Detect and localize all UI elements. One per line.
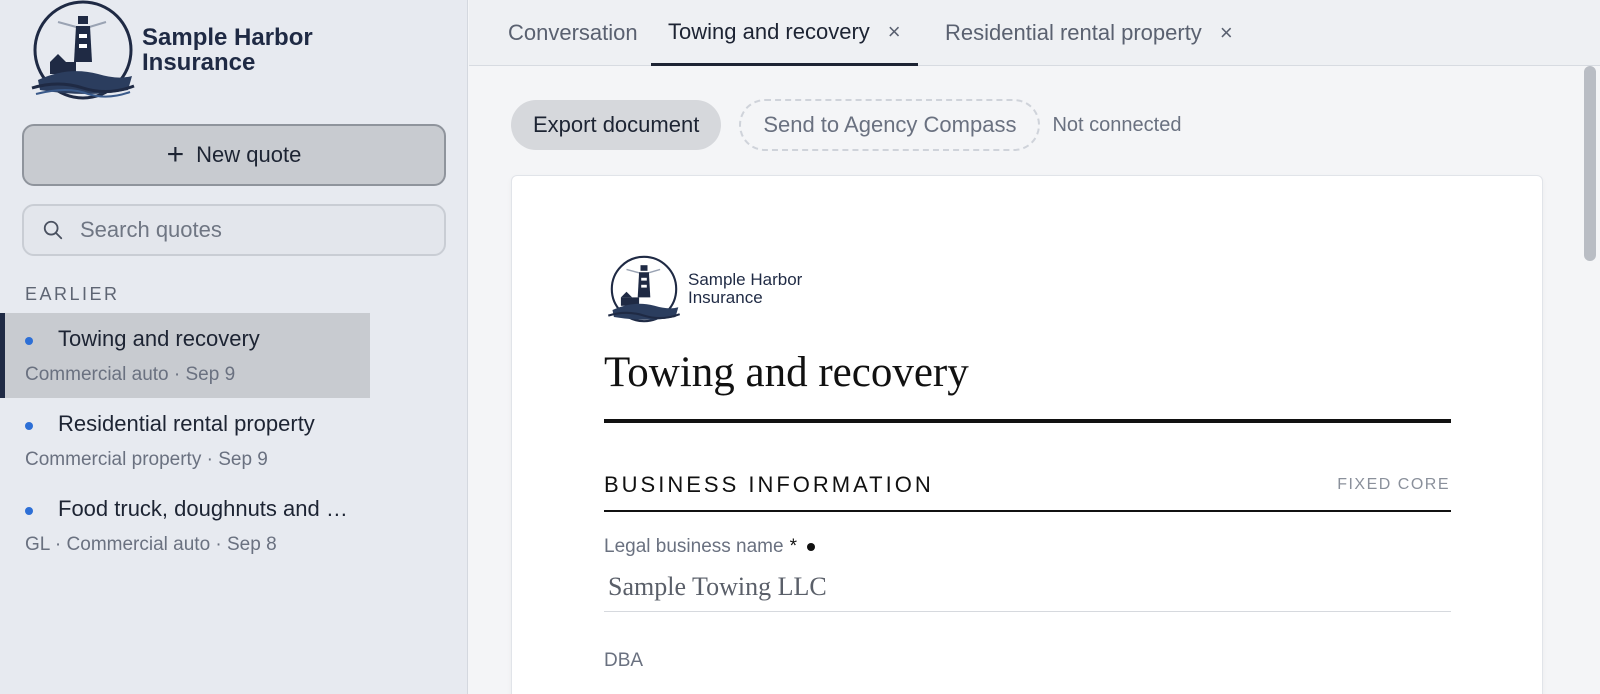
section-heading: BUSINESS INFORMATION: [604, 472, 934, 497]
quote-meta: Commercial property · Sep 9: [25, 449, 268, 470]
connection-status: Not connected: [1052, 113, 1182, 136]
section-tag: FIXED CORE: [1337, 476, 1450, 493]
unread-dot: [25, 422, 33, 430]
search-icon: [43, 220, 63, 240]
legal-business-name-label: Legal business name *: [604, 536, 815, 558]
brand-name: Sample Harbor Insurance: [142, 24, 313, 76]
section-divider: [604, 510, 1451, 512]
send-to-agency-compass-button[interactable]: Send to Agency Compass: [739, 99, 1041, 151]
tab-towing-and-recovery[interactable]: Towing and recovery ×: [651, 0, 918, 66]
quote-title: Residential rental property: [58, 411, 315, 436]
quote-item-residential[interactable]: Residential rental property Commercial p…: [0, 398, 370, 483]
scrollbar[interactable]: [1584, 66, 1596, 694]
sidebar: Sample Harbor Insurance + New quote EARL…: [0, 0, 468, 694]
document-page: Sample Harbor Insurance Towing and recov…: [511, 175, 1543, 694]
quote-item-towing[interactable]: Towing and recovery Commercial auto · Se…: [0, 313, 370, 398]
quote-meta: GL · Commercial auto · Sep 8: [25, 534, 277, 555]
export-document-button[interactable]: Export document: [511, 100, 722, 150]
unread-dot: [25, 337, 33, 345]
quote-meta: Commercial auto · Sep 9: [25, 364, 236, 385]
quote-item-food-truck[interactable]: Food truck, doughnuts and more GL · Comm…: [0, 483, 370, 568]
tab-label: Residential rental property: [945, 20, 1202, 45]
document-title: Towing and recovery: [604, 349, 969, 396]
plus-icon: +: [166, 138, 185, 171]
title-divider: [604, 419, 1451, 423]
lighthouse-logo-icon: [31, 0, 135, 100]
brand-header[interactable]: Sample Harbor Insurance: [28, 0, 313, 100]
dba-label: DBA: [604, 650, 644, 671]
main-panel: Conversation Towing and recovery × Resid…: [469, 0, 1600, 694]
tab-label: Towing and recovery: [668, 18, 870, 44]
new-quote-button[interactable]: + New quote: [22, 124, 446, 186]
status-dot: [806, 542, 815, 551]
unread-dot: [25, 507, 33, 515]
tab-conversation[interactable]: Conversation: [508, 0, 638, 66]
close-icon[interactable]: ×: [1220, 20, 1233, 46]
tab-residential-rental-property[interactable]: Residential rental property ×: [945, 0, 1233, 66]
document-brand: Sample Harbor Insurance: [604, 254, 802, 324]
close-icon[interactable]: ×: [888, 19, 901, 45]
quote-title: Food truck, doughnuts and more: [58, 496, 358, 521]
legal-business-name-field[interactable]: [604, 562, 1451, 612]
scrollbar-thumb[interactable]: [1584, 66, 1596, 261]
section-label-earlier: EARLIER: [25, 284, 120, 304]
quote-list: Towing and recovery Commercial auto · Se…: [0, 313, 370, 568]
required-marker: *: [789, 536, 797, 557]
tab-label: Conversation: [508, 20, 638, 45]
new-quote-label: New quote: [196, 142, 302, 167]
lighthouse-logo-icon: [607, 255, 681, 323]
search-input[interactable]: [80, 217, 420, 243]
document-toolbar: Export document Send to Agency Compass N…: [511, 99, 1182, 151]
quote-title: Towing and recovery: [58, 326, 260, 351]
document-brand-name: Sample Harbor Insurance: [688, 270, 803, 307]
search-box[interactable]: [22, 204, 446, 256]
tab-bar: Conversation Towing and recovery × Resid…: [469, 0, 1600, 66]
